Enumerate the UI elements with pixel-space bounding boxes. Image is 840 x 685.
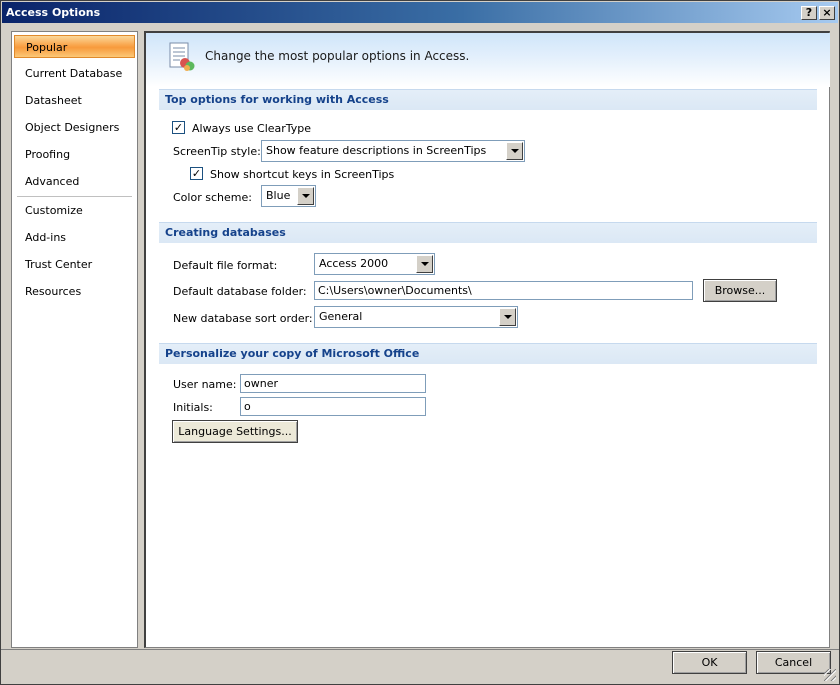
ok-button[interactable]: OK [672,651,747,674]
sort-order-label: New database sort order: [173,312,313,325]
sidebar-separator [17,196,132,197]
options-content-panel: Change the most popular options in Acces… [144,31,830,648]
sidebar-item-resources[interactable]: Resources [14,280,135,303]
shortcut-keys-label: Show shortcut keys in ScreenTips [210,168,395,181]
sidebar-item-advanced[interactable]: Advanced [14,170,135,193]
banner: Change the most popular options in Acces… [146,33,830,87]
popular-options-icon [169,42,195,71]
chevron-down-icon[interactable] [506,142,523,160]
browse-button[interactable]: Browse... [703,279,777,302]
default-database-folder-input[interactable]: C:\Users\owner\Documents\ [314,281,693,300]
title-bar[interactable]: Access Options ? × [2,2,838,23]
sidebar-item-add-ins[interactable]: Add-ins [14,226,135,249]
chevron-down-icon[interactable] [416,255,433,273]
help-button[interactable]: ? [801,6,817,20]
user-name-label: User name: [173,378,237,391]
banner-text: Change the most popular options in Acces… [205,49,470,63]
sidebar-item-current-database[interactable]: Current Database [14,62,135,85]
initials-label: Initials: [173,401,213,414]
default-database-folder-label: Default database folder: [173,285,307,298]
footer-divider [1,649,839,650]
chevron-down-icon[interactable] [297,187,314,205]
chevron-down-icon[interactable] [499,308,516,326]
sidebar-item-customize[interactable]: Customize [14,199,135,222]
screentip-style-select[interactable]: Show feature descriptions in ScreenTips [261,140,525,162]
sort-order-select[interactable]: General [314,306,518,328]
initials-input[interactable]: o [240,397,426,416]
default-file-format-label: Default file format: [173,259,278,272]
user-name-input[interactable]: owner [240,374,426,393]
shortcut-keys-checkbox[interactable]: ✓ [190,167,203,180]
section-heading-top-options: Top options for working with Access [159,89,817,110]
color-scheme-value: Blue [266,189,291,202]
section-heading-creating-databases: Creating databases [159,222,817,243]
sort-order-value: General [319,310,363,323]
sidebar: Popular Current Database Datasheet Objec… [11,31,138,648]
cleartype-label: Always use ClearType [192,122,312,135]
resize-grip-icon[interactable] [824,669,836,681]
sidebar-item-popular[interactable]: Popular [14,35,135,58]
sidebar-item-datasheet[interactable]: Datasheet [14,89,135,112]
color-scheme-select[interactable]: Blue [261,185,316,207]
sidebar-item-proofing[interactable]: Proofing [14,143,135,166]
language-settings-button[interactable]: Language Settings... [172,420,298,443]
cancel-button[interactable]: Cancel [756,651,831,674]
access-options-dialog: Access Options ? × Popular Current Datab… [0,0,840,685]
color-scheme-label: Color scheme: [173,191,252,204]
sidebar-item-trust-center[interactable]: Trust Center [14,253,135,276]
sidebar-item-object-designers[interactable]: Object Designers [14,116,135,139]
close-button[interactable]: × [819,6,835,20]
default-file-format-value: Access 2000 [319,257,389,270]
cleartype-checkbox[interactable]: ✓ [172,121,185,134]
screentip-style-value: Show feature descriptions in ScreenTips [266,144,487,157]
screentip-style-label: ScreenTip style: [173,145,261,158]
window-title: Access Options [6,6,101,19]
default-file-format-select[interactable]: Access 2000 [314,253,435,275]
section-heading-personalize: Personalize your copy of Microsoft Offic… [159,343,817,364]
